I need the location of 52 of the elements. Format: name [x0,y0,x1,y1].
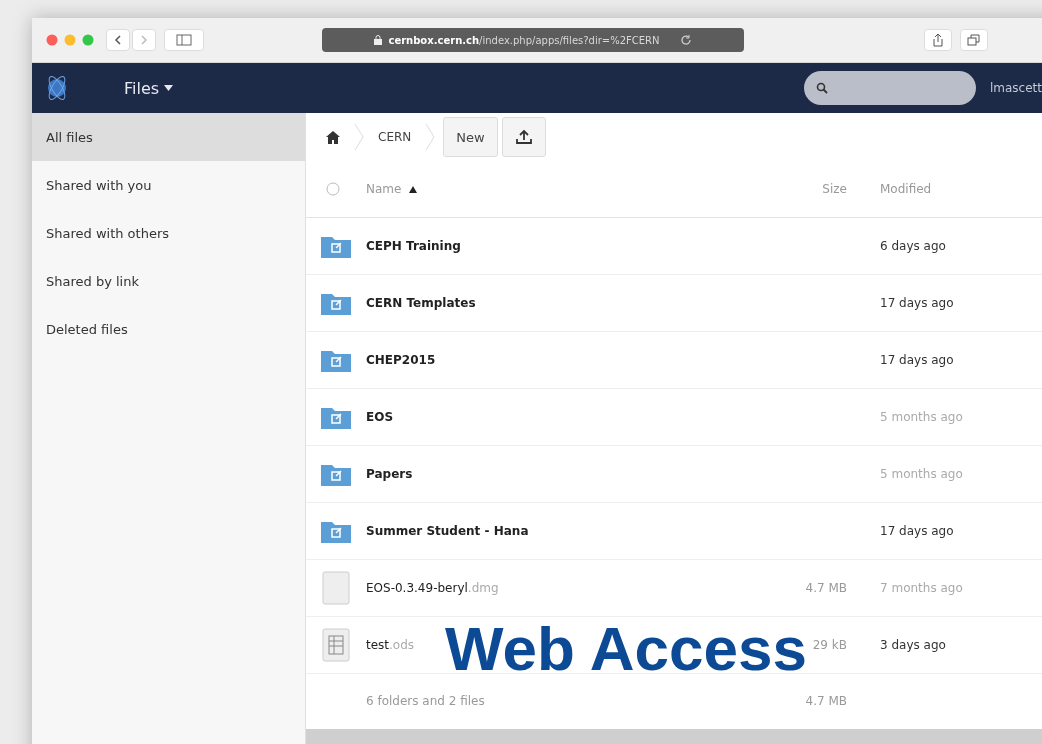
user-menu[interactable]: lmascett [989,81,1042,95]
checkbox[interactable] [326,182,340,196]
modified-date: 5 months ago [880,467,963,481]
sidebar-item[interactable]: Deleted files [32,305,305,353]
file-name[interactable]: CEPH Training [366,239,461,253]
modified-date: 7 months ago [880,581,963,595]
file-name[interactable]: CERN Templates [366,296,476,310]
tabs-button[interactable] [960,29,988,51]
modified-date: 3 days ago [880,638,946,652]
sidebar-item[interactable]: Shared with others [32,209,305,257]
home-icon[interactable] [326,130,340,144]
chevron-left-icon [113,34,123,46]
chevron-icon [354,123,364,151]
modified-date: 17 days ago [880,524,954,538]
sidebar-button[interactable] [164,29,204,51]
summary-size: 4.7 MB [805,694,847,708]
file-name[interactable]: EOS [366,410,394,424]
back-button[interactable] [106,29,130,51]
caption-title: Web Access [445,618,807,680]
address-bar[interactable]: cernbox.cern.ch/index.php/apps/files?dir=%2FCERN [322,28,744,52]
file-name[interactable]: test.ods [366,638,415,652]
spreadsheet-icon [322,628,350,662]
sidebar-item[interactable]: Shared by link [32,257,305,305]
file-name[interactable]: Summer Student - Hana [366,524,529,538]
search-icon [815,82,828,94]
file-icon [322,571,350,605]
search-field[interactable] [803,71,976,105]
share-button[interactable] [924,29,952,51]
share-icon [932,33,944,47]
sidebar-icon [176,34,192,46]
upload-button[interactable] [501,117,546,157]
upload-icon [514,129,533,145]
modified-date: 6 days ago [880,239,946,253]
file-name[interactable]: Papers [366,467,413,481]
caret-icon [164,85,174,91]
app-menu[interactable]: Files [124,78,174,98]
file-size: 29 kB [812,638,847,652]
modified-date: 5 months ago [880,410,963,424]
tabs-icon [967,34,981,46]
sidebar-item[interactable]: Shared with you [32,161,305,209]
file-name[interactable]: EOS-0.3.49-beryl.dmg [366,581,499,595]
new-button[interactable]: New [443,117,498,157]
chevron-icon [425,123,436,151]
summary-count: 6 folders and 2 files [366,694,485,708]
file-size: 4.7 MB [805,581,847,595]
chevron-right-icon [139,34,149,46]
modified-date: 17 days ago [880,296,954,310]
sidebar-item[interactable]: All files [32,113,305,161]
breadcrumb-link[interactable]: CERN [378,130,412,144]
forward-button[interactable] [132,29,156,51]
file-name[interactable]: CHEP2015 [366,353,436,367]
modified-date: 17 days ago [880,353,954,367]
